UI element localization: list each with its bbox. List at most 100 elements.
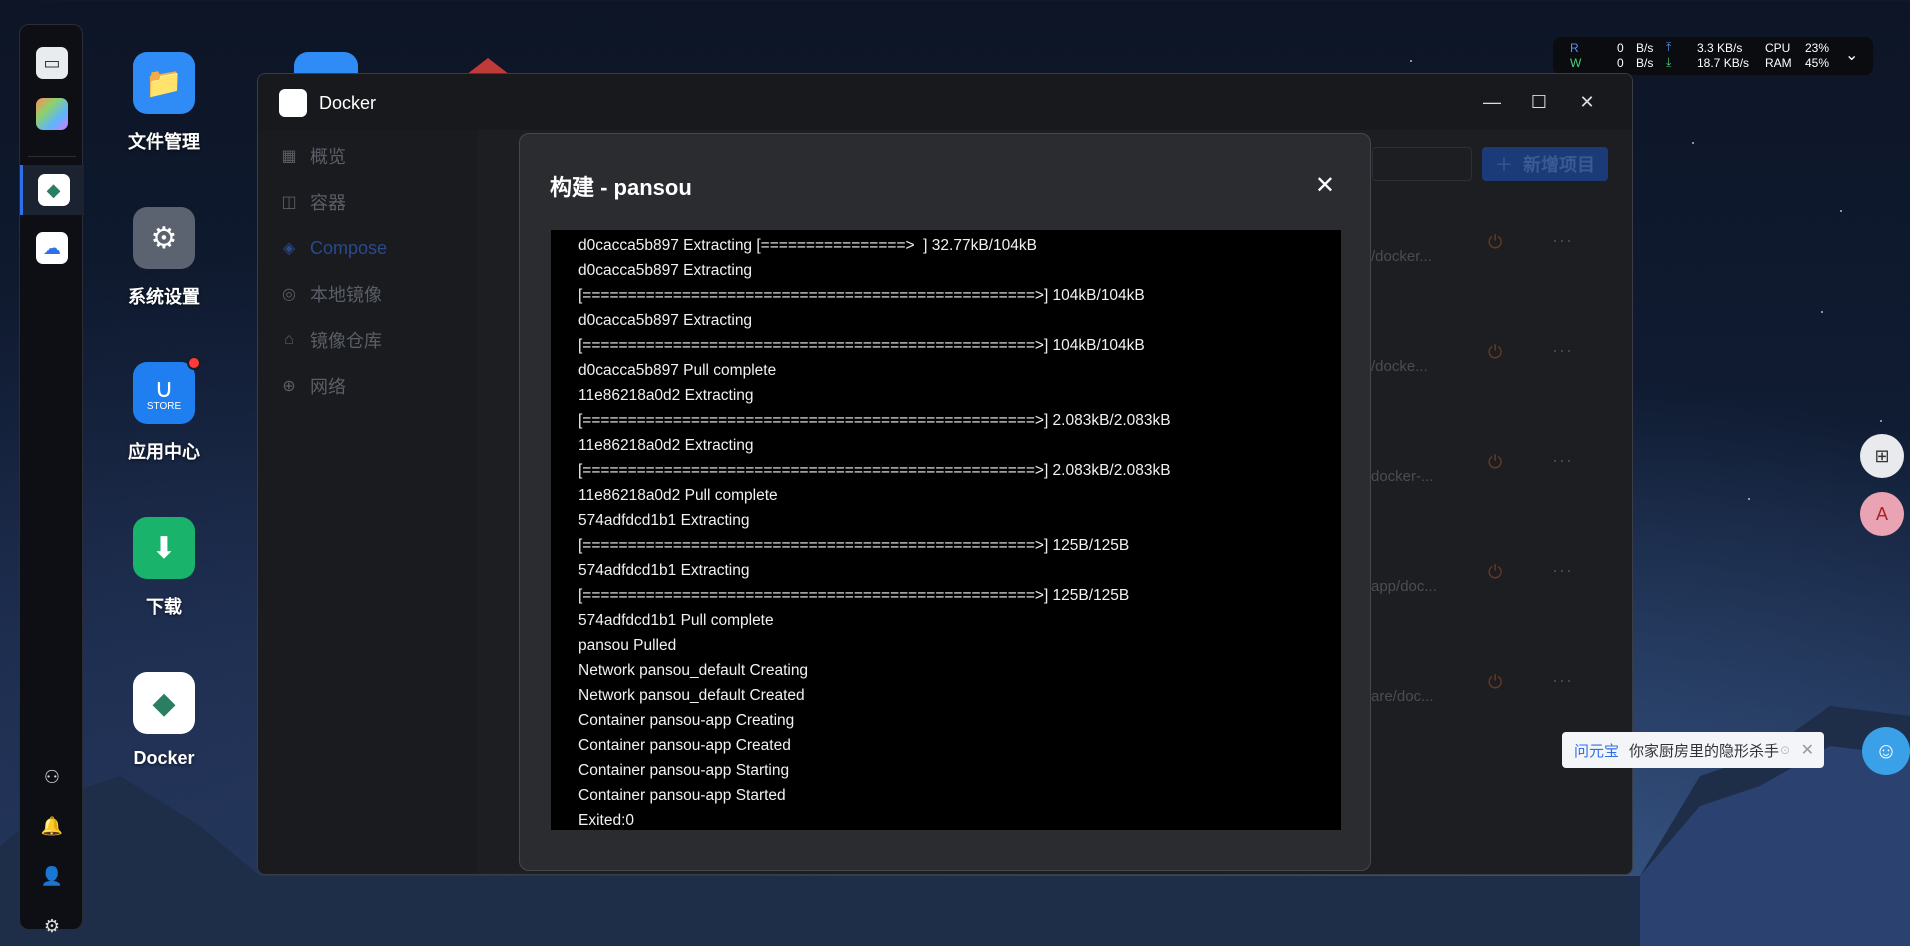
log-line: d0cacca5b897 Extracting [578,312,753,329]
window-title: Docker [319,93,377,113]
log-line: pansou Pulled [578,637,677,654]
dock-desktop[interactable]: ▭ [20,38,84,88]
upload-arrow-icon: ⤒ [1666,40,1672,54]
log-line: 574adfdcd1b1 Pull complete [578,612,774,629]
download-icon: ⬇ [133,517,195,579]
close-button[interactable]: ✕ [1575,90,1599,114]
dock-notifications[interactable]: 🔔 [20,801,84,851]
project-path: docker-... [1371,468,1434,485]
write-unit: B/s [1636,56,1654,70]
dock-link[interactable]: ⚇ [20,752,84,802]
sidebar-item-label: Compose [310,237,388,258]
desktop-icon-settings[interactable]: ⚙ 系统设置 [104,207,224,309]
grid-icon: ▦ [281,148,297,165]
dock: ▭ ◆ ☁ ⚇ 🔔 👤 ⚙ [19,24,84,936]
sidebar-item-overview[interactable]: ▦ 概览 [278,138,346,174]
new-project-button[interactable]: ＋ 新增项目 [1482,147,1608,181]
sidebar-item-network[interactable]: ⊕ 网络 [278,368,346,404]
ram-value: 45% [1805,56,1830,70]
download-arrow-icon: ⤓ [1666,55,1672,69]
desktop-icon-label: 应用中心 [128,442,200,462]
power-icon[interactable]: ⏻ [1488,452,1502,473]
sidebar-item-local-images[interactable]: ◎ 本地镜像 [278,276,382,312]
more-icon[interactable]: ··· [1552,560,1573,581]
log-line: d0cacca5b897 Extracting [===============… [578,237,1037,254]
log-line: Exited:0 [578,812,635,829]
read-unit: B/s [1636,41,1654,55]
project-path: app/doc... [1371,578,1437,595]
build-log-console[interactable]: d0cacca5b897 Extracting [===============… [551,230,1341,830]
cpu-label: CPU [1765,41,1791,55]
desktop-icon-docker[interactable]: ◆ Docker [104,672,224,769]
dock-docker[interactable]: ◆ [20,165,84,215]
chevron-down-icon[interactable]: ⌄ [1845,45,1858,65]
sidebar-item-compose[interactable]: ◈ Compose [278,230,387,266]
write-label: W [1570,56,1582,70]
project-path: /docke... [1371,358,1428,375]
disc-icon: ◎ [282,286,296,303]
log-line: Container pansou-app Creating [578,712,795,729]
log-line: [=======================================… [578,337,1145,354]
search-input[interactable] [1372,147,1472,181]
sidebar-item-label: 概览 [310,147,346,167]
log-line: 574adfdcd1b1 Extracting [578,512,750,529]
desktop-icon-label: Docker [133,748,195,768]
minimize-button[interactable]: — [1480,90,1504,114]
sidebar-item-label: 容器 [310,193,346,213]
close-icon[interactable]: ✕ [1315,171,1335,200]
log-line: [=======================================… [578,537,1130,554]
docker-logo-icon [279,89,307,117]
more-icon[interactable]: ··· [1552,670,1573,691]
dock-apps[interactable] [20,89,84,139]
settings-icon[interactable]: ⊙ [1780,743,1790,757]
dock-user[interactable]: 👤 [20,851,84,901]
sidebar: ▦ 概览 ◫ 容器 ◈ Compose ◎ 本地镜像 ⌂ 镜像仓库 ⊕ 网络 [258,130,478,874]
sidebar-item-label: 网络 [310,377,346,397]
more-icon[interactable]: ··· [1552,340,1573,361]
log-line: d0cacca5b897 Extracting [578,262,753,279]
log-line: 11e86218a0d2 Extracting [578,437,754,454]
assistant-avatar-icon[interactable]: ☺ [1862,727,1910,775]
store-icon: ∪ STORE [133,356,201,424]
user-icon: 👤 [40,865,64,886]
maximize-button[interactable]: ☐ [1527,90,1551,114]
power-icon[interactable]: ⏻ [1488,672,1502,693]
gear-icon: ⚙ [43,915,61,936]
translate-icon[interactable]: A [1860,492,1904,536]
power-icon[interactable]: ⏻ [1488,342,1502,363]
desktop-icon-label: 系统设置 [128,287,200,307]
log-line: [=======================================… [578,587,1130,604]
log-line: 574adfdcd1b1 Extracting [578,562,750,579]
more-icon[interactable]: ··· [1552,450,1573,471]
assistant-tip[interactable]: 问元宝 你家厨房里的隐形杀手 ⊙ ✕ [1562,732,1824,768]
dock-settings[interactable]: ⚙ [20,901,84,946]
docker-icon: ◆ [133,672,195,734]
sidebar-item-label: 镜像仓库 [310,331,382,351]
desktop-icon-label: 下载 [146,597,182,617]
log-line: [=======================================… [578,412,1171,429]
more-icon[interactable]: ··· [1552,230,1573,251]
modal-title: 构建 - pansou [550,175,692,200]
folder-icon: 📁 [133,52,195,114]
desktop-icon-label: 文件管理 [128,132,200,152]
cloud-icon: ☁ [36,232,68,264]
desktop-icon-files[interactable]: 📁 文件管理 [104,52,224,154]
apps-add-icon[interactable]: ⊞ [1860,434,1904,478]
window-titlebar[interactable]: Docker — ☐ ✕ [258,74,1632,130]
desktop-icon-download[interactable]: ⬇ 下载 [104,517,224,619]
bell-icon: 🔔 [40,815,64,836]
link-icon: ⚇ [43,766,61,787]
monitor-icon: ▭ [36,47,68,79]
log-line: [=======================================… [578,462,1171,479]
log-line: Container pansou-app Starting [578,762,790,779]
sidebar-item-containers[interactable]: ◫ 容器 [278,184,346,220]
write-value: 0 [1617,56,1624,70]
close-icon[interactable]: ✕ [1801,740,1814,760]
power-icon[interactable]: ⏻ [1488,562,1502,583]
read-label: R [1570,41,1579,55]
log-line: Container pansou-app Started [578,787,786,804]
dock-cloud[interactable]: ☁ [20,223,84,273]
desktop-icon-store[interactable]: ∪ STORE 应用中心 [104,356,224,464]
sidebar-item-registry[interactable]: ⌂ 镜像仓库 [278,322,382,358]
power-icon[interactable]: ⏻ [1488,232,1502,253]
